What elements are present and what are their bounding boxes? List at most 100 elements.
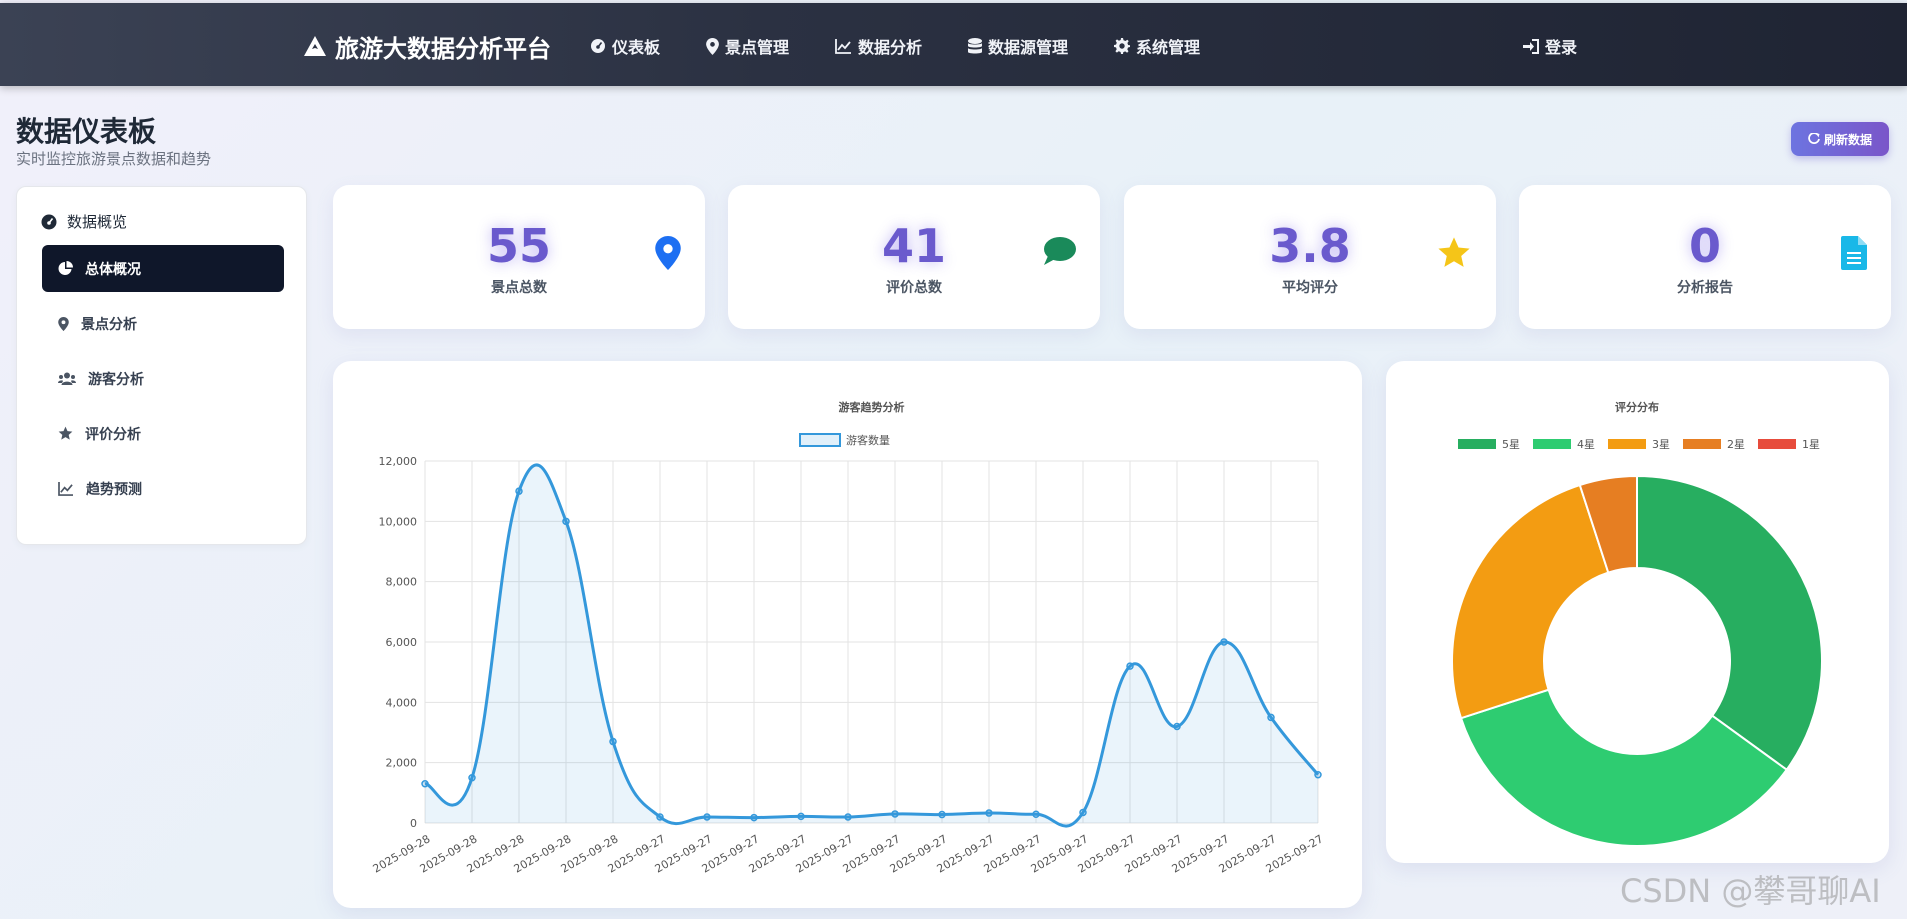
y-tick-label: 2,000: [386, 757, 418, 770]
login-label: 登录: [1545, 38, 1578, 57]
map-marker-icon: [706, 37, 719, 55]
database-icon: [968, 37, 982, 53]
data-point: [1173, 722, 1181, 731]
star-icon: [1438, 237, 1470, 267]
stat-label: 分析报告: [1677, 280, 1733, 296]
nav-dashboard[interactable]: 仪表板: [590, 33, 660, 59]
legend-label: 游客数量: [846, 433, 890, 447]
legend-swatch: [1608, 439, 1646, 449]
map-marker-icon: [58, 316, 69, 331]
data-point: [750, 813, 758, 822]
legend-label: 5星: [1502, 438, 1520, 451]
data-point: [1079, 808, 1087, 817]
stat-label: 平均评分: [1282, 280, 1338, 296]
chart-title: 游客趋势分析: [839, 400, 905, 414]
map-marker-icon: [655, 236, 681, 270]
refresh-button[interactable]: 刷新数据: [1791, 122, 1889, 156]
sign-in-icon: [1523, 38, 1539, 54]
data-point: [1032, 810, 1040, 819]
sidebar: 数据概览 总体概况 景点分析 游客分析 评价分析 趋势预测: [16, 186, 307, 545]
sidebar-item-reviews[interactable]: 评价分析: [42, 410, 284, 457]
pie-chart-icon: [58, 261, 73, 275]
stat-value: 55: [486, 219, 551, 273]
stat-card-attractions: 55 景点总数: [333, 185, 705, 329]
stat-label: 景点总数: [491, 280, 547, 296]
visitor-trend-panel: 游客趋势分析游客数量 0 2,000 4,000 6,000 8,000 10,000 12,…: [333, 361, 1362, 908]
refresh-label: 刷新数据: [1823, 132, 1872, 147]
legend-label: 2星: [1727, 438, 1745, 451]
stat-card-reports: 0 分析报告: [1519, 185, 1891, 329]
mountain-icon: [304, 36, 326, 56]
legend-swatch: [1458, 439, 1496, 449]
sidebar-item-label: 总体概况: [85, 261, 141, 278]
line-chart-icon: [58, 481, 73, 496]
series-area: [425, 464, 1318, 827]
y-tick-label: 8,000: [386, 576, 418, 589]
comment-icon: [1044, 237, 1076, 265]
nav-analysis-label: 数据分析: [858, 38, 923, 57]
dashboard-icon: [41, 214, 57, 229]
data-point: [515, 487, 523, 495]
stat-value: 41: [881, 219, 946, 273]
data-point: [938, 810, 946, 819]
star-icon: [58, 426, 73, 440]
sidebar-item-label: 景点分析: [81, 316, 137, 333]
data-point: [844, 813, 852, 821]
brand-title: 旅游大数据分析平台: [335, 34, 551, 63]
y-tick-label: 10,000: [379, 515, 418, 528]
nav-analysis[interactable]: 数据分析: [835, 33, 922, 59]
pie-slice: [1636, 474, 1823, 772]
nav-dashboard-label: 仪表板: [612, 38, 661, 57]
data-point: [797, 812, 805, 821]
brand[interactable]: 旅游大数据分析平台: [303, 29, 551, 63]
legend-label: 3星: [1652, 438, 1670, 451]
file-icon: [1841, 236, 1867, 270]
legend-swatch: [799, 433, 841, 447]
nav-system[interactable]: 系统管理: [1114, 33, 1200, 59]
y-tick-label: 0: [410, 817, 417, 830]
legend-swatch: [1683, 439, 1721, 449]
dashboard-icon: [591, 39, 605, 53]
legend-swatch: [1533, 439, 1571, 449]
sidebar-heading-label: 数据概览: [67, 213, 128, 231]
sidebar-item-forecast[interactable]: 趋势预测: [42, 465, 284, 512]
pie-slice: [1451, 483, 1610, 720]
data-point: [468, 774, 476, 782]
nav-datasource-label: 数据源管理: [988, 38, 1069, 57]
line-chart-icon: [835, 38, 851, 54]
refresh-icon: [1808, 133, 1820, 144]
rating-distribution-chart: 评分分布 5星 4星 3星 2星 1星: [1451, 400, 1823, 847]
nav-attractions[interactable]: 景点管理: [706, 33, 789, 59]
data-point: [985, 809, 993, 817]
nav-system-label: 系统管理: [1136, 38, 1201, 57]
sidebar-item-label: 游客分析: [88, 371, 144, 388]
stat-card-rating: 3.8 平均评分: [1124, 185, 1496, 329]
stat-value: 0: [1688, 219, 1721, 273]
chart-title: 评分分布: [1615, 400, 1659, 414]
stat-card-reviews: 41 评价总数: [728, 185, 1100, 329]
visitor-trend-chart: 游客趋势分析游客数量 0 2,000 4,000 6,000 8,000 10,000 12,…: [371, 400, 1326, 876]
data-point: [1267, 713, 1275, 722]
sidebar-item-label: 评价分析: [85, 426, 141, 443]
rating-distribution-panel: 评分分布 5星 4星 3星 2星 1星: [1386, 361, 1889, 863]
login-link[interactable]: 登录: [1523, 33, 1577, 59]
nav-datasource[interactable]: 数据源管理: [968, 33, 1068, 59]
y-tick-label: 6,000: [386, 636, 418, 649]
data-point: [562, 517, 570, 526]
legend-swatch: [1758, 439, 1796, 449]
stat-value: 3.8: [1269, 219, 1351, 273]
y-tick-label: 4,000: [386, 696, 418, 709]
data-point: [609, 737, 617, 746]
nav-attractions-label: 景点管理: [725, 38, 790, 57]
watermark: CSDN @攀哥聊AI: [1620, 872, 1881, 910]
data-point: [421, 780, 429, 788]
data-point: [1220, 638, 1228, 646]
sidebar-item-overview[interactable]: 总体概况: [42, 245, 284, 292]
sidebar-item-attractions[interactable]: 景点分析: [42, 300, 284, 347]
page-title: 数据仪表板: [16, 115, 157, 148]
sidebar-heading: 数据概览: [41, 211, 127, 232]
y-tick-label: 12,000: [379, 455, 418, 468]
sidebar-item-visitors[interactable]: 游客分析: [42, 355, 284, 402]
sidebar-item-label: 趋势预测: [86, 481, 142, 498]
gear-icon: [1114, 38, 1130, 54]
